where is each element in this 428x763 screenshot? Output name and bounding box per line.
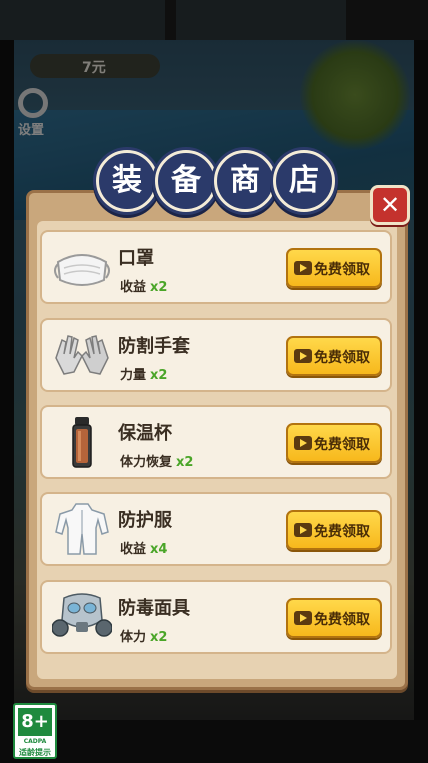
video-play-icon (294, 611, 312, 625)
stat-multiplier: x2 (150, 368, 168, 383)
button-label: 免费领取 (314, 350, 370, 366)
item-name: 防护服 (118, 510, 172, 531)
stat-label: 收益 (120, 280, 147, 295)
free-claim-button[interactable]: 免费领取 (286, 510, 382, 550)
shop-item-thermos: 保温杯 体力恢复 x2 免费领取 (40, 405, 392, 479)
free-claim-button[interactable]: 免费领取 (286, 336, 382, 376)
item-name: 防割手套 (118, 336, 190, 357)
item-stat: 力量 x2 (120, 364, 167, 383)
title-badge-4: 店 (273, 150, 335, 212)
shop-title: 装 备 商 店 (96, 150, 336, 216)
title-char: 店 (289, 163, 319, 198)
button-label: 免费领取 (314, 262, 370, 278)
age-rating-badge: 8+ CADPA 适龄提示 (13, 703, 57, 759)
stat-label: 力量 (120, 368, 147, 383)
close-icon: ✕ (379, 191, 401, 219)
gloves-icon (55, 335, 109, 375)
gas-mask-icon (52, 593, 112, 637)
protective-suit-icon (55, 503, 109, 555)
stat-multiplier: x4 (150, 542, 168, 557)
title-badge-3: 商 (214, 150, 276, 212)
title-char: 装 (112, 163, 142, 198)
age-rating-label: 适龄提示 (19, 748, 51, 757)
stat-label: 收益 (120, 542, 147, 557)
title-char: 备 (171, 163, 201, 198)
title-badge-1: 装 (96, 150, 158, 212)
video-play-icon (294, 349, 312, 363)
thermos-icon (72, 417, 92, 468)
video-play-icon (294, 523, 312, 537)
stat-multiplier: x2 (150, 280, 168, 295)
stat-label: 体力恢复 (120, 455, 173, 470)
free-claim-button[interactable]: 免费领取 (286, 423, 382, 463)
stat-multiplier: x2 (176, 455, 194, 470)
title-badge-2: 备 (155, 150, 217, 212)
button-label: 免费领取 (314, 612, 370, 628)
shop-item-gas-mask: 防毒面具 体力 x2 免费领取 (40, 580, 392, 654)
item-stat: 体力 x2 (120, 626, 167, 645)
age-rating-number: 8+ (21, 711, 49, 732)
video-play-icon (294, 261, 312, 275)
shop-item-gloves: 防割手套 力量 x2 免费领取 (40, 318, 392, 392)
item-stat: 收益 x2 (120, 276, 167, 295)
shop-item-mask: 口罩 收益 x2 免费领取 (40, 230, 392, 304)
item-name: 保温杯 (118, 423, 172, 444)
item-name: 防毒面具 (118, 598, 190, 619)
button-label: 免费领取 (314, 524, 370, 540)
shop-item-protective-suit: 防护服 收益 x4 免费领取 (40, 492, 392, 566)
stat-label: 体力 (120, 630, 147, 645)
video-play-icon (294, 436, 312, 450)
free-claim-button[interactable]: 免费领取 (286, 598, 382, 638)
title-char: 商 (230, 163, 260, 198)
stat-multiplier: x2 (150, 630, 168, 645)
age-rating-org: CADPA (23, 738, 47, 745)
close-button[interactable]: ✕ (370, 185, 410, 225)
item-name: 口罩 (118, 248, 154, 269)
mask-icon (54, 254, 110, 286)
button-label: 免费领取 (314, 437, 370, 453)
item-stat: 体力恢复 x2 (120, 451, 193, 470)
item-stat: 收益 x4 (120, 538, 167, 557)
free-claim-button[interactable]: 免费领取 (286, 248, 382, 288)
